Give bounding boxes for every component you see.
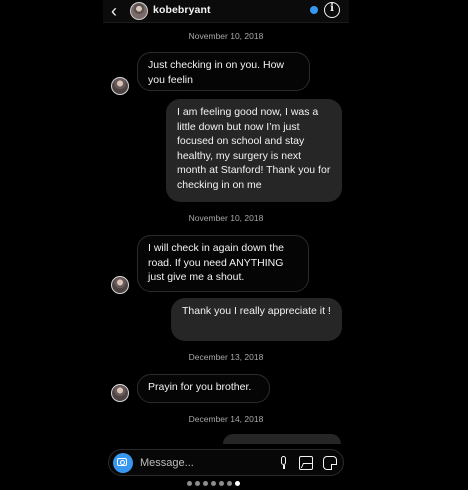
sticker-icon[interactable]: [323, 456, 337, 470]
screenshot-pagination: [187, 480, 249, 486]
chevron-left-icon[interactable]: ‹: [111, 2, 125, 20]
microphone-icon[interactable]: [279, 456, 289, 470]
pagination-dot[interactable]: [195, 480, 200, 486]
message-timestamp: November 10, 2018: [188, 213, 264, 223]
sender-avatar[interactable]: [111, 77, 129, 95]
pagination-dot[interactable]: [211, 480, 216, 486]
camera-button[interactable]: [113, 453, 133, 473]
message-timestamp: December 14, 2018: [188, 414, 264, 424]
pagination-dot[interactable]: [203, 480, 208, 486]
pagination-dot-active[interactable]: [235, 480, 240, 486]
sender-avatar[interactable]: [111, 276, 129, 294]
pagination-dot[interactable]: [187, 480, 192, 486]
profile-avatar[interactable]: [130, 2, 148, 20]
incoming-message[interactable]: Just checking in on you. How you feelin: [137, 52, 310, 91]
sender-avatar[interactable]: [111, 384, 129, 402]
pagination-dot[interactable]: [227, 480, 232, 486]
direct-message-thread: ‹ kobebryant i November 10, 2018 Just ch…: [103, 0, 349, 490]
instagram-direct-screenshot: ‹ kobebryant i November 10, 2018 Just ch…: [0, 0, 468, 490]
message-timestamp: December 13, 2018: [188, 352, 264, 362]
outgoing-message-partial: [223, 434, 341, 444]
image-icon[interactable]: [299, 456, 313, 470]
outgoing-message[interactable]: I am feeling good now, I was a little do…: [166, 99, 342, 202]
outgoing-message[interactable]: Thank you I really appreciate it !: [171, 298, 342, 341]
camera-icon: [117, 458, 127, 466]
incoming-message[interactable]: I will check in again down the road. If …: [137, 235, 309, 292]
pagination-dot[interactable]: [219, 480, 224, 486]
message-timestamp: November 10, 2018: [188, 31, 264, 41]
info-icon[interactable]: i: [324, 2, 340, 18]
conversation-header: ‹ kobebryant i: [103, 0, 349, 23]
message-composer: [108, 449, 344, 476]
verified-badge-icon: [310, 6, 318, 14]
incoming-message[interactable]: Prayin for you brother.: [137, 374, 270, 403]
message-input[interactable]: [140, 455, 240, 471]
conversation-username[interactable]: kobebryant: [153, 4, 211, 16]
